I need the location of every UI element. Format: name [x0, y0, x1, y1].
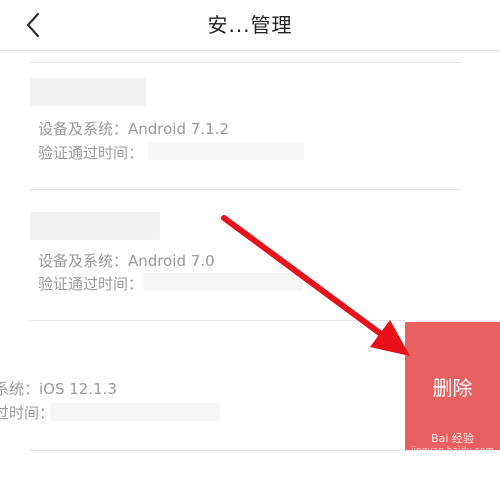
delete-label: 删除: [432, 375, 473, 400]
device-system-label: 系统：iOS 12.1.3: [0, 380, 117, 398]
device-system-label: 设备及系统：Android 7.1.2: [38, 120, 229, 138]
verify-time-label: 过时间：: [0, 404, 55, 422]
verify-time-redacted: [143, 273, 303, 291]
watermark-line2: jingyan.baidu.com: [410, 446, 495, 456]
verify-time-label: 验证通过时间：: [38, 275, 144, 293]
device-name-redacted: [30, 212, 160, 240]
list-divider: [30, 62, 460, 63]
watermark-line1: Bai 经验: [431, 432, 474, 445]
device-name-redacted: [30, 78, 146, 106]
verify-time-redacted: [148, 142, 304, 160]
list-divider: [30, 189, 460, 190]
list-divider: [30, 320, 405, 321]
device-system-label: 设备及系统：Android 7.0: [38, 252, 215, 270]
navigation-bar: 安...管理: [0, 0, 500, 51]
verify-time-redacted: [50, 403, 220, 421]
watermark-logo: Bai 经验 jingyan.baidu.com: [405, 430, 500, 470]
page-title: 安...管理: [207, 13, 293, 37]
list-divider: [30, 450, 460, 451]
verify-time-label: 验证通过时间：: [38, 144, 144, 162]
